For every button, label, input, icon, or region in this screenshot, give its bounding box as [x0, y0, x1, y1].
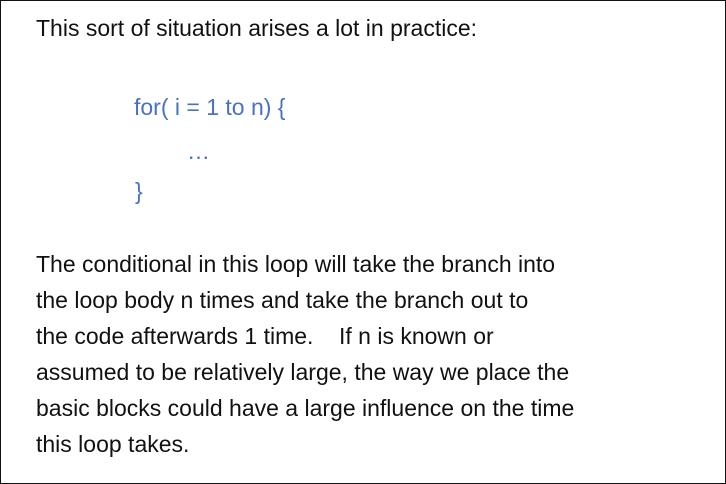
paragraph-line-2: the loop body n times and take the branc… — [36, 287, 529, 313]
paragraph-line-3: the code afterwards 1 time. If n is know… — [36, 323, 494, 349]
paragraph-line-5: basic blocks could have a large influenc… — [36, 395, 575, 421]
code-line-3: } — [135, 178, 143, 204]
paragraph-line-4: assumed to be relatively large, the way … — [36, 359, 570, 385]
code-line-2: … — [187, 138, 210, 164]
document-frame: This sort of situation arises a lot in p… — [0, 0, 726, 484]
paragraph-line-6: this loop takes. — [36, 431, 190, 457]
intro-text: This sort of situation arises a lot in p… — [36, 15, 478, 41]
paragraph-line-1: The conditional in this loop will take t… — [36, 251, 556, 277]
code-line-1: for( i = 1 to n) { — [134, 94, 286, 120]
